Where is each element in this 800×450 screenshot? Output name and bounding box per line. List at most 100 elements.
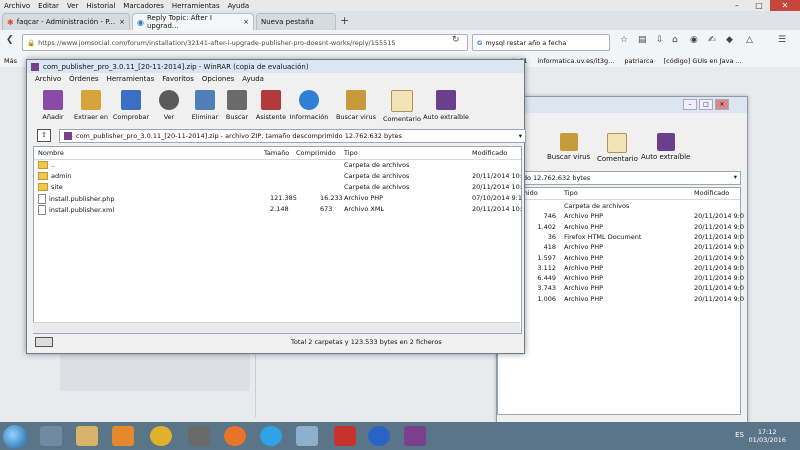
bookmark-patriarca[interactable]: patriarca	[624, 57, 653, 65]
bg-list-item[interactable]: 1.402 Archivo PHP 20/11/2014 9:0	[498, 223, 744, 233]
reader-icon[interactable]: ▤	[638, 35, 647, 45]
list-item[interactable]: .. Carpeta de archivos	[34, 160, 521, 171]
menu-marcadores[interactable]: Marcadores	[123, 2, 164, 10]
winrar-menu-herramientas[interactable]: Herramientas	[107, 75, 155, 86]
bg-list-item[interactable]: 3.743 Archivo PHP 20/11/2014 9:0	[498, 284, 744, 294]
bg-file-type: Archivo PHP	[564, 212, 604, 221]
new-tab-button[interactable]: +	[340, 14, 349, 27]
info-button[interactable]: Información	[289, 90, 329, 121]
addon-icon[interactable]: ◆	[726, 35, 733, 45]
menu-historial[interactable]: Historial	[86, 2, 115, 10]
bg-list-item[interactable]: Carpeta de archivos	[498, 202, 740, 212]
winrar-menu-ordenes[interactable]: Órdenes	[69, 75, 98, 86]
list-item[interactable]: admin Carpeta de archivos 20/11/2014 10:	[34, 171, 522, 182]
bg-file-type: Archivo PHP	[564, 284, 604, 293]
file-type: Carpeta de archivos	[344, 161, 410, 169]
search-input[interactable]: G mysql restar año a fecha	[472, 34, 610, 51]
col-packed[interactable]: Comprimido	[296, 149, 336, 157]
comment-button[interactable]: Comentario	[379, 90, 425, 123]
winrar-menu-opciones[interactable]: Opciones	[202, 75, 234, 86]
path-bar: ⇧ com_publisher_pro_3.0.11_[20-11-2014].…	[33, 129, 526, 143]
extract-button[interactable]: Extraer en	[71, 90, 111, 121]
bg-list-item[interactable]: 746 Archivo PHP 20/11/2014 9:0	[498, 212, 744, 222]
language-indicator[interactable]: ES	[735, 431, 744, 439]
list-item[interactable]: install.publisher.xml 2.148 673 Archivo XML…	[34, 204, 522, 215]
start-button[interactable]	[3, 425, 27, 449]
bg-tool-scan[interactable]: Buscar virus	[547, 133, 590, 161]
path-select[interactable]: com_publisher_pro_3.0.11_[20-11-2014].zi…	[59, 129, 526, 143]
bg-maximize-icon[interactable]: □	[699, 99, 713, 110]
tab-new[interactable]: Nueva pestaña	[256, 13, 336, 30]
file-modified: 20/11/2014 10:	[472, 172, 522, 180]
bg-list-item[interactable]: 418 Archivo PHP 20/11/2014 9:0	[498, 243, 744, 253]
skype-icon[interactable]	[260, 426, 282, 446]
view-button[interactable]: Ver	[149, 90, 189, 121]
bookmark-more[interactable]: Más	[4, 57, 17, 65]
download-icon[interactable]: ⇩	[656, 35, 664, 45]
bg-col-modified[interactable]: Modificado	[694, 189, 729, 197]
wizard-button[interactable]: Asistente	[251, 90, 291, 121]
up-folder-icon[interactable]: ⇧	[37, 129, 51, 142]
winrar-menu-favoritos[interactable]: Favoritos	[162, 75, 194, 86]
url-bar[interactable]: 🔒 https://www.jomsocial.com/forum/instal…	[22, 34, 468, 51]
col-type[interactable]: Tipo	[344, 149, 358, 157]
tab-faqcar[interactable]: ✱ faqcar - Administración - P... ×	[2, 13, 130, 30]
bg-list-item[interactable]: 6.449 Archivo PHP 20/11/2014 9:0	[498, 274, 744, 284]
test-button[interactable]: Comprobar	[111, 90, 151, 121]
tab-label: Nueva pestaña	[261, 18, 314, 26]
tab-reply-topic[interactable]: ◉ Reply Topic: After I upgrad... ×	[132, 13, 254, 30]
star-icon[interactable]: ☆	[620, 35, 628, 45]
chat-icon[interactable]: ✍	[708, 35, 716, 45]
winrar-background-window[interactable]: – □ ✕ acion Buscar virus Comentario Auto…	[496, 96, 748, 426]
shield-icon[interactable]: △	[746, 35, 753, 45]
bg-file-modified: 20/11/2014 9:0	[694, 263, 744, 272]
tab-close-icon[interactable]: ×	[119, 18, 125, 26]
app-icon[interactable]	[188, 426, 210, 446]
bg-path-select[interactable]: nprimido 12.762.632 bytes ▾	[497, 171, 741, 185]
add-button[interactable]: Añadir	[33, 90, 73, 121]
filezilla-icon[interactable]	[334, 426, 356, 446]
bg-list-item[interactable]: 1.597 Archivo PHP 20/11/2014 9:0	[498, 254, 744, 264]
bg-list-item[interactable]: 1.006 Archivo PHP 20/11/2014 9:0	[498, 295, 744, 305]
menu-archivo[interactable]: Archivo	[4, 2, 30, 10]
menu-editar[interactable]: Editar	[38, 2, 59, 10]
sfx-button[interactable]: Auto extraíble	[421, 90, 471, 121]
bg-col-type[interactable]: Tipo	[564, 189, 578, 197]
messenger-icon[interactable]	[296, 426, 318, 446]
ie-icon[interactable]	[368, 426, 390, 446]
virus-scan-button[interactable]: Buscar virus	[333, 90, 379, 121]
winrar-menu-ayuda[interactable]: Ayuda	[242, 75, 264, 86]
bg-list-item[interactable]: 36 Firefox HTML Document 20/11/2014 9:0	[498, 233, 744, 243]
horizontal-scrollbar[interactable]	[33, 322, 520, 333]
col-name[interactable]: Nombre	[38, 149, 64, 157]
hamburger-menu-icon[interactable]: ☰	[778, 35, 786, 45]
list-item[interactable]: install.publisher.php 121.385 16.233 Archiv…	[34, 193, 522, 204]
reload-icon[interactable]: ↻	[452, 35, 460, 45]
winrar-menu-archivo[interactable]: Archivo	[35, 75, 61, 86]
firefox-icon[interactable]	[224, 426, 246, 446]
bg-tool-sfx[interactable]: Auto extraíble	[641, 133, 690, 161]
bg-minimize-icon[interactable]: –	[683, 99, 697, 110]
list-item[interactable]: site Carpeta de archivos 20/11/2014 10:	[34, 182, 522, 193]
home-icon[interactable]: ⌂	[672, 35, 678, 45]
clock[interactable]: 17:12 01/03/2016	[749, 428, 786, 444]
bookmark-guis-java[interactable]: [código] GUIs en Java ...	[664, 57, 742, 65]
bookmark-informatica[interactable]: informatica.uv.es/it3g...	[537, 57, 614, 65]
folder-icon[interactable]	[76, 426, 98, 446]
tab-close-icon[interactable]: ×	[243, 18, 249, 26]
winrar-window[interactable]: com_publisher_pro_3.0.11_[20-11-2014].zi…	[26, 59, 526, 354]
chrome-icon[interactable]	[150, 426, 172, 446]
bg-tool-comment[interactable]: Comentario	[597, 133, 638, 163]
bg-close-icon[interactable]: ✕	[715, 99, 729, 110]
explorer-icon[interactable]	[40, 426, 62, 446]
menu-ayuda[interactable]: Ayuda	[228, 2, 250, 10]
media-player-icon[interactable]	[112, 426, 134, 446]
col-modified[interactable]: Modificado	[472, 149, 507, 157]
pocket-icon[interactable]: ◉	[690, 35, 698, 45]
bg-list-item[interactable]: 3.112 Archivo PHP 20/11/2014 9:0	[498, 264, 744, 274]
col-size[interactable]: Tamaño	[264, 149, 289, 157]
menu-herramientas[interactable]: Herramientas	[172, 2, 220, 10]
winrar-icon[interactable]	[404, 426, 426, 446]
back-icon[interactable]: ❮	[6, 35, 14, 45]
menu-ver[interactable]: Ver	[67, 2, 78, 10]
